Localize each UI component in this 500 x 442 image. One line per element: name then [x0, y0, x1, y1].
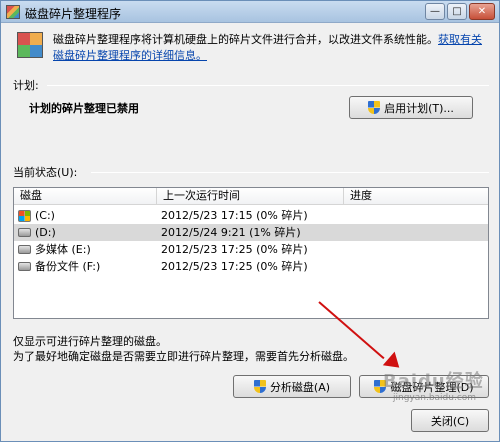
disk-cell: 备份文件 (F:) [14, 258, 157, 275]
window-controls: — □ ✕ [425, 3, 495, 20]
defrag-window: 磁盘碎片整理程序 — □ ✕ 磁盘碎片整理程序将计算机硬盘上的碎片文件进行合并，… [0, 0, 500, 442]
window-title: 磁盘碎片整理程序 [25, 7, 122, 21]
drive-icon [18, 262, 31, 271]
intro-text: 磁盘碎片整理程序将计算机硬盘上的碎片文件进行合并，以改进文件系统性能。获取有关磁… [53, 32, 489, 64]
disk-row-c[interactable]: (C:) 2012/5/23 17:15 (0% 碎片) [14, 207, 488, 224]
uac-shield-icon [253, 380, 266, 393]
last-run-cell: 2012/5/23 17:25 (0% 碎片) [161, 243, 308, 256]
close-button[interactable]: 关闭(C) [411, 409, 489, 432]
drive-icon [18, 228, 31, 237]
disk-list-header: 磁盘 上一次运行时间 进度 [14, 188, 488, 205]
disk-list[interactable]: 磁盘 上一次运行时间 进度 (C:) 2012/5/23 17:15 (0% 碎… [13, 187, 489, 319]
current-status-label: 当前状态(U): [13, 166, 78, 179]
progress-cell [344, 207, 488, 224]
uac-shield-icon [368, 101, 381, 114]
enable-schedule-label: 启用计划(T)... [384, 101, 454, 115]
close-button-label: 关闭(C) [430, 414, 470, 428]
disk-name: (D:) [35, 226, 56, 239]
column-header-last-run[interactable]: 上一次运行时间 [157, 188, 344, 205]
column-header-disk[interactable]: 磁盘 [14, 188, 157, 205]
column-header-progress[interactable]: 进度 [344, 188, 488, 205]
maximize-button[interactable]: □ [447, 3, 467, 20]
last-run-cell: 2012/5/24 9:21 (1% 碎片) [161, 226, 301, 239]
baidu-watermark-url: jingyan.baidu.com [393, 393, 477, 403]
note-line-2: 为了最好地确定磁盘是否需要立即进行碎片整理，需要首先分析磁盘。 [13, 350, 354, 363]
disk-row-e[interactable]: 多媒体 (E:) 2012/5/23 17:25 (0% 碎片) [14, 241, 488, 258]
disk-cell: 多媒体 (E:) [14, 241, 157, 258]
progress-cell [344, 258, 488, 275]
note-line-1: 仅显示可进行碎片整理的磁盘。 [13, 335, 167, 348]
schedule-status: 计划的碎片整理已禁用 [29, 102, 139, 115]
minimize-button[interactable]: — [425, 3, 445, 20]
title-bar[interactable]: 磁盘碎片整理程序 — □ ✕ [1, 1, 499, 23]
analyze-disk-button[interactable]: 分析磁盘(A) [233, 375, 351, 398]
disk-name: 多媒体 (E:) [35, 243, 91, 256]
disk-row-d[interactable]: (D:) 2012/5/24 9:21 (1% 碎片) [14, 224, 488, 241]
last-run-cell: 2012/5/23 17:25 (0% 碎片) [161, 260, 308, 273]
enable-schedule-button[interactable]: 启用计划(T)... [349, 96, 473, 119]
schedule-label: 计划: [13, 79, 39, 92]
drive-icon [18, 245, 31, 254]
close-window-button[interactable]: ✕ [469, 3, 495, 20]
baidu-watermark: Baidu经验 [383, 371, 484, 392]
progress-cell [344, 241, 488, 258]
analyze-disk-label: 分析磁盘(A) [269, 380, 331, 394]
current-status-divider [91, 172, 489, 173]
system-drive-icon [18, 209, 31, 222]
schedule-divider [47, 85, 489, 86]
progress-cell [344, 224, 488, 241]
disk-cell: (D:) [14, 224, 157, 241]
disk-name: (C:) [35, 209, 55, 222]
disk-row-f[interactable]: 备份文件 (F:) 2012/5/23 17:25 (0% 碎片) [14, 258, 488, 275]
defrag-app-icon [6, 5, 20, 19]
intro-description: 磁盘碎片整理程序将计算机硬盘上的碎片文件进行合并，以改进文件系统性能。 [53, 33, 438, 46]
disk-cell: (C:) [14, 207, 157, 224]
disk-name: 备份文件 (F:) [35, 260, 101, 273]
defrag-header-icon [17, 32, 43, 58]
last-run-cell: 2012/5/23 17:15 (0% 碎片) [161, 209, 308, 222]
